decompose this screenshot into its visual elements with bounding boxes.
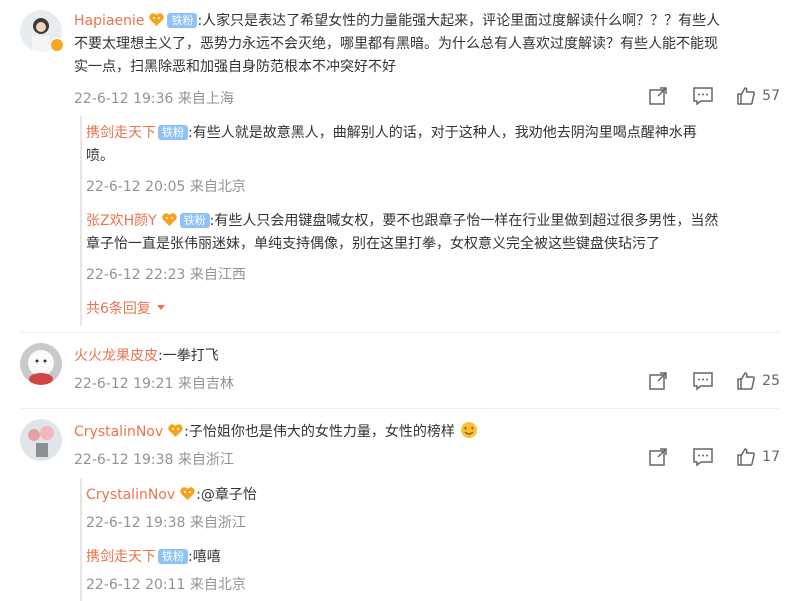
comment-text-line: :子怡姐你也是伟大的女性力量，女性的榜样	[184, 424, 455, 440]
thumbs-up-icon	[737, 448, 756, 466]
comment-username[interactable]: Hapiaenie	[74, 13, 144, 29]
comment-text-line: :人家只是表达了希望女性的力量能强大起来，评论里面过度解读什么啊？？？有些人	[197, 13, 721, 29]
more-replies-label: 共6条回复	[86, 301, 151, 317]
reply-timestamp: 22-6-12 20:05 来自北京	[86, 179, 246, 195]
reply-text-line: :嘻嘻	[188, 549, 221, 565]
reply-text-line: :有些人就是故意黑人，曲解别人的话，对于这种人，我劝他去阴沟里喝点醒神水再	[188, 125, 697, 141]
heart-eyes-emoji-icon	[460, 421, 478, 443]
like-count: 17	[762, 449, 780, 465]
like-button[interactable]: 17	[736, 447, 780, 467]
share-icon	[649, 448, 667, 466]
reply-list: CrystalinNov :@章子怡 22-6-12 19:38 来自浙江 携剑…	[80, 478, 782, 601]
comment-text-line: :一拳打飞	[158, 348, 219, 364]
comment-icon	[693, 372, 713, 391]
reply-timestamp: 22-6-12 20:11 来自北京	[86, 577, 246, 593]
comment-timestamp: 22-6-12 19:36 来自上海	[74, 91, 234, 107]
fan-badge: 铁粉	[158, 549, 188, 564]
comment-button[interactable]	[692, 86, 714, 106]
comment-timestamp: 22-6-12 19:38 来自浙江	[74, 452, 234, 468]
more-replies-link[interactable]: 共6条回复	[86, 298, 166, 318]
divider	[20, 332, 780, 333]
heart-fan-badge-icon	[148, 12, 165, 27]
share-icon	[649, 372, 667, 390]
share-button[interactable]	[648, 86, 668, 106]
thumbs-up-icon	[737, 87, 756, 105]
reply-username[interactable]: 携剑走天下	[86, 549, 156, 565]
comment-button[interactable]	[692, 371, 714, 391]
comment-text-line: 实一点，扫黑除恶和加强自身防范根本不冲突好不好	[74, 59, 396, 75]
comment-text-line: 不要太理想主义了，恶势力永远不会灭绝，哪里都有黑暗。为什么总有人喜欢过度解读？有…	[74, 36, 718, 52]
comment-icon	[693, 448, 713, 467]
reply-timestamp: 22-6-12 19:38 来自浙江	[86, 515, 246, 531]
comment-timestamp: 22-6-12 19:21 来自吉林	[74, 376, 234, 392]
heart-fan-badge-icon	[167, 423, 184, 438]
reply-text-line: 喷。	[86, 148, 114, 164]
thumbs-up-icon	[737, 372, 756, 390]
share-button[interactable]	[648, 447, 668, 467]
reply-username[interactable]: 携剑走天下	[86, 125, 156, 141]
like-button[interactable]: 57	[736, 86, 780, 106]
like-count: 25	[762, 373, 780, 389]
comment-button[interactable]	[692, 447, 714, 467]
verified-badge-icon	[50, 38, 64, 52]
reply-timestamp: 22-6-12 22:23 来自江西	[86, 267, 246, 283]
divider	[20, 408, 780, 409]
like-count: 57	[762, 88, 780, 104]
reply-username[interactable]: CrystalinNov	[86, 487, 175, 503]
heart-fan-badge-icon	[179, 486, 196, 501]
share-button[interactable]	[648, 371, 668, 391]
chevron-down-icon	[157, 305, 166, 310]
avatar[interactable]	[20, 419, 62, 461]
reply-username[interactable]: 张Z欢H颜Y	[86, 213, 157, 229]
fan-badge: 铁粉	[158, 125, 188, 140]
share-icon	[649, 87, 667, 105]
fan-badge: 铁粉	[179, 213, 210, 228]
fan-badge: 铁粉	[167, 13, 198, 28]
reply-text-line: :有些人只会用键盘喊女权，要不也跟章子怡一样在行业里做到超过很多男性，当然	[209, 213, 719, 229]
avatar[interactable]	[20, 343, 62, 385]
reply-text-line: :@章子怡	[196, 487, 257, 503]
comment-username[interactable]: 火火龙果皮皮	[74, 348, 158, 364]
like-button[interactable]: 25	[736, 371, 780, 391]
reply-text-line: 章子怡一直是张伟丽迷妹，单纯支持偶像，别在这里打拳，女权意义完全被这些键盘侠玷污…	[86, 236, 660, 252]
comment-username[interactable]: CrystalinNov	[74, 424, 163, 440]
reply-list: 携剑走天下 铁粉:有些人就是故意黑人，曲解别人的话，对于这种人，我劝他去阴沟里喝点…	[80, 116, 782, 326]
comment-icon	[693, 87, 713, 106]
heart-fan-badge-icon	[161, 212, 178, 227]
